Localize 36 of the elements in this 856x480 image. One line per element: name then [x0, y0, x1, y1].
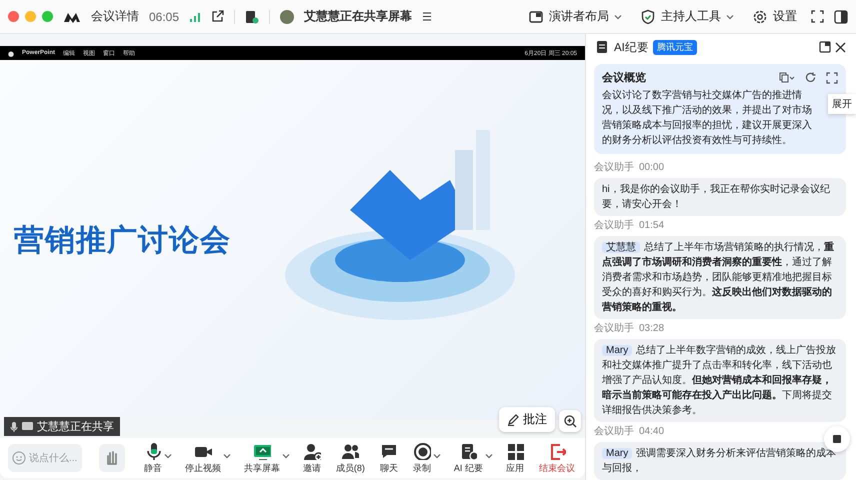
message-time: 01:54 [639, 220, 664, 232]
sharer-name: 艾慧慧正在共享 [37, 420, 114, 434]
toolbar-button[interactable]: 录制 [410, 442, 433, 474]
message-sender: 会议助手 [594, 220, 634, 232]
message-text: 艾慧慧 总结了上半年市场营销策略的执行情况，重点强调了市场调研和消费者洞察的重要性，通过了解消费者需求和市场趋势，团队能够更精准地把握目标受众的喜好和购买行为。这反映出他们对数据驱动的营销策略的重视。 [602, 240, 835, 315]
message-time: 03:28 [639, 323, 664, 335]
message-text: Mary 总结了上半年数字营销的成效，线上广告投放和社交媒体推广提升了点击率和转化率，线下活动也增强了产品认知度。但她对营销成本和回报率存疑，暗示当前策略可能存在投入产出比问题。下周将提交详细报告供决策参考。 [602, 344, 838, 418]
tooltip: 展开 [828, 94, 856, 114]
brand-badge[interactable]: 腾讯元宝 [652, 40, 697, 54]
message-time: 04:40 [639, 426, 664, 438]
sharing-status: 艾慧慧正在共享屏幕 [304, 8, 412, 25]
top-action-button[interactable]: 演讲者布局 [524, 8, 626, 25]
overview-text: 会议讨论了数字营销与社交媒体广告的推进情况，以及线下推广活动的效果，并提出了对市场营销策略成本与回报率的担忧，建议开展更深入的财务分析以评估投资有效性与可持续性。 [602, 88, 813, 148]
toolbar-button[interactable]: 共享屏幕 [242, 442, 282, 474]
toolbar-button[interactable]: 邀请 [300, 442, 323, 474]
message-sender: 会议助手 [594, 426, 634, 438]
overview-title: 会议概览 [602, 70, 647, 85]
annotate-button[interactable]: 批注 [499, 407, 555, 432]
toolbar-button[interactable]: 停止视频 [182, 442, 223, 474]
chat-placeholder: 说点什么... [29, 452, 78, 465]
message-sender: 会议助手 [594, 323, 634, 335]
toolbar-button[interactable]: 应用 [504, 442, 526, 474]
slide-title: 营销推广讨论会 [14, 222, 231, 258]
message-sender: 会议助手 [594, 162, 634, 174]
toolbar-button[interactable]: 结束会议 [536, 442, 577, 474]
top-action-button[interactable]: 主持人工具 [636, 8, 738, 25]
toolbar-button[interactable]: 聊天 [378, 442, 400, 474]
meeting-info-link[interactable]: 会议详情 [91, 8, 139, 25]
toolbar-button[interactable]: 静音 [142, 442, 164, 474]
toolbar-button[interactable]: AI 纪要 [452, 442, 485, 474]
message-time: 00:00 [639, 162, 664, 174]
meeting-time: 06:05 [149, 10, 180, 24]
toolbar-button[interactable]: 成员(8) [334, 442, 367, 474]
top-action-button[interactable]: 设置 [748, 8, 801, 25]
message-text: hi，我是你的会议助手，我正在帮你实时记录会议纪要，请安心开会！ [602, 182, 831, 212]
panel-title: AI纪要 [614, 40, 649, 54]
